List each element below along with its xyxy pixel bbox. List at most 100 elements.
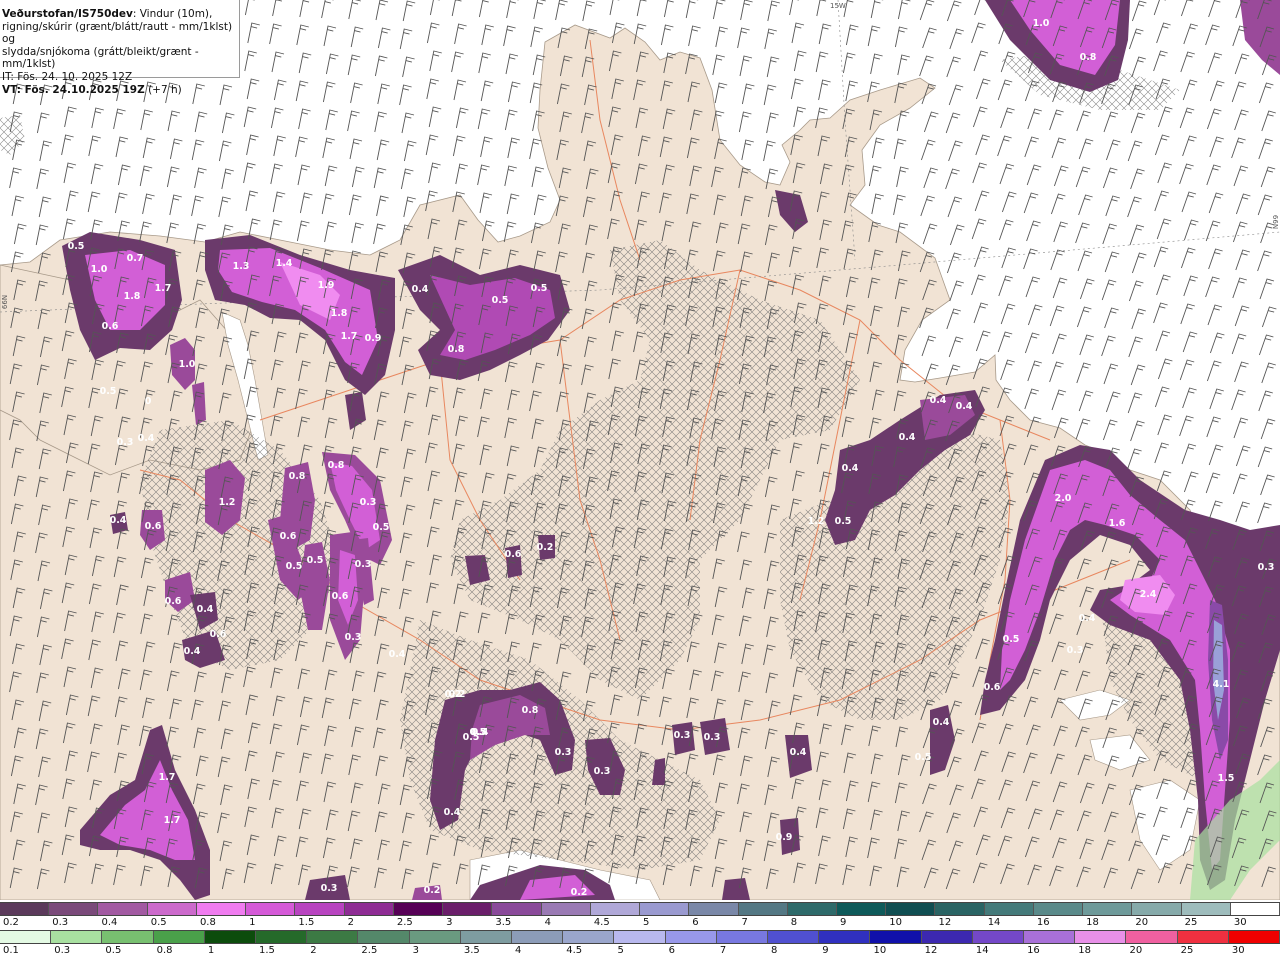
- snow-label: 0.2: [3, 917, 19, 928]
- snow-label: 8: [790, 917, 798, 928]
- rain-label: 18: [1078, 945, 1091, 956]
- snow-swatch: [0, 903, 50, 915]
- snow-swatch: [393, 903, 444, 915]
- rain-swatch: [307, 931, 359, 943]
- precip-value-label: 0.2: [537, 542, 554, 553]
- snow-swatch: [787, 903, 837, 915]
- rain-label: 2: [310, 945, 317, 956]
- precip-value-label: 1.6: [1109, 518, 1126, 529]
- precip-value-label: 0.4: [933, 717, 950, 728]
- rain-swatch: [256, 931, 308, 943]
- snow-swatch: [147, 903, 197, 915]
- snow-label: 18: [1086, 917, 1099, 928]
- precip-value-label: 0.8: [448, 344, 465, 355]
- rain-swatch: [716, 931, 769, 943]
- rain-swatch: [870, 931, 922, 943]
- precip-value-label: 0.6: [210, 629, 227, 640]
- snow-label: 12: [938, 917, 952, 928]
- precip-value-label: 1.5: [1218, 773, 1235, 784]
- precip-value-label: 0.5: [1003, 634, 1020, 645]
- precip-value-label: 0.3: [360, 497, 377, 508]
- grid-label-right: 66N: [1271, 214, 1280, 230]
- rain-label: 4: [515, 945, 522, 956]
- rain-label: 1: [207, 945, 215, 956]
- legend-rain-colorbar: [0, 930, 1280, 944]
- precip-value-label: 1.7: [164, 815, 181, 826]
- snow-label: 5: [643, 917, 650, 928]
- rain-swatch: [204, 931, 257, 943]
- snow-label: 1.5: [298, 917, 315, 928]
- precip-value-label: 0.9: [776, 832, 793, 843]
- precip-value-label: 0.8: [289, 471, 306, 482]
- precip-value-label: 0.5: [68, 241, 85, 252]
- model-name: Veðurstofan/IS750dev: [2, 8, 133, 20]
- snow-swatch: [590, 903, 641, 915]
- precip-value-label: 1.3: [233, 261, 250, 272]
- info-box: Veðurstofan/IS750dev: Vindur (10m), rign…: [0, 0, 240, 96]
- rain-label: 5: [617, 945, 624, 956]
- rain-label: 3.5: [463, 945, 480, 956]
- rain-swatch: [1075, 931, 1127, 943]
- precip-value-label: 0.4: [790, 747, 807, 758]
- precip-value-label: 2.4: [1140, 589, 1157, 600]
- precip-value-label: 0.7: [127, 253, 144, 264]
- rain-swatch: [409, 931, 461, 943]
- valid-time: VT: Fös. 24.10.2025 19Z: [2, 83, 145, 96]
- precip-value-label: 0.8: [522, 705, 539, 716]
- precip-value-label: 0.8: [328, 460, 345, 471]
- snow-label: 4: [544, 917, 551, 928]
- snow-swatch: [1132, 903, 1182, 915]
- rain-swatch: [153, 931, 205, 943]
- snow-swatch: [98, 903, 148, 915]
- rain-label: 4.5: [566, 945, 583, 956]
- precip-value-label: 0.6: [145, 521, 162, 532]
- snow-swatch: [689, 903, 739, 915]
- rain-label: 16: [1027, 945, 1040, 956]
- snow-swatch: [246, 903, 296, 915]
- model-description: : Vindur (10m),: [132, 8, 213, 20]
- rain-swatch: [51, 931, 103, 943]
- precip-value-label: 0.6: [505, 549, 522, 560]
- rain-label: 7: [719, 945, 727, 956]
- precip-value-label: 0.4: [389, 649, 406, 660]
- precip-value-label: 4.1: [1213, 679, 1230, 690]
- snow-label: 0.4: [101, 917, 118, 928]
- precip-value-label: 0.4: [930, 395, 947, 406]
- precip-value-label: 0.3: [321, 883, 338, 894]
- precip-value-label: 0.3: [117, 437, 134, 448]
- precip-value-label: 0.9: [365, 333, 382, 344]
- rain-label: 2.5: [361, 945, 378, 956]
- rain-label: 25: [1180, 945, 1194, 956]
- snow-label: 4.5: [593, 917, 610, 928]
- precip-value-label: 1.0: [179, 359, 196, 370]
- precip-value-label: 1.7: [155, 283, 172, 294]
- rain-swatch: [972, 931, 1025, 943]
- snow-swatch: [738, 903, 788, 915]
- map-stage: 0.5 1.0 0.7 1.8 1.7 0.6 1.3 1.4 1.9 1.8 1.7 0.9 0.4 0…: [0, 0, 1280, 958]
- precip-value-label: 0.4: [197, 604, 214, 615]
- precip-value-label: 0.6: [280, 531, 297, 542]
- snow-swatch: [935, 903, 985, 915]
- rain-label: 12: [924, 945, 938, 956]
- legend-snow-labels: 0.2 0.3 0.4 0.5 0.8 1 1.5 2 2.5 3 3.5 4 4.5 5 6 7 8 9 10 12…: [0, 916, 1280, 930]
- precip-value-label: 0.3: [355, 559, 372, 570]
- precip-value-label: 0.2: [571, 887, 588, 898]
- precip-value-label: 1.8: [331, 308, 348, 319]
- snow-swatch: [1230, 903, 1280, 915]
- rain-label: 14: [975, 945, 989, 956]
- snow-label: 9: [839, 917, 847, 928]
- precip-value-label: 0.3: [674, 730, 691, 741]
- snow-swatch: [492, 903, 542, 915]
- precip-value-label: 0.5: [492, 295, 509, 306]
- snow-label: 30: [1233, 917, 1247, 928]
- rain-label: 0.8: [156, 945, 173, 956]
- precip-value-label: 0.4: [842, 463, 859, 474]
- precip-value-label: 0.4: [412, 284, 429, 295]
- precip-value-label: 0.5: [286, 561, 303, 572]
- snow-swatch: [541, 903, 591, 915]
- rain-swatch: [512, 931, 564, 943]
- rain-swatch: [1024, 931, 1076, 943]
- rain-label: 0.5: [105, 945, 122, 956]
- snow-swatch: [344, 903, 394, 915]
- rain-label: 20: [1129, 945, 1143, 956]
